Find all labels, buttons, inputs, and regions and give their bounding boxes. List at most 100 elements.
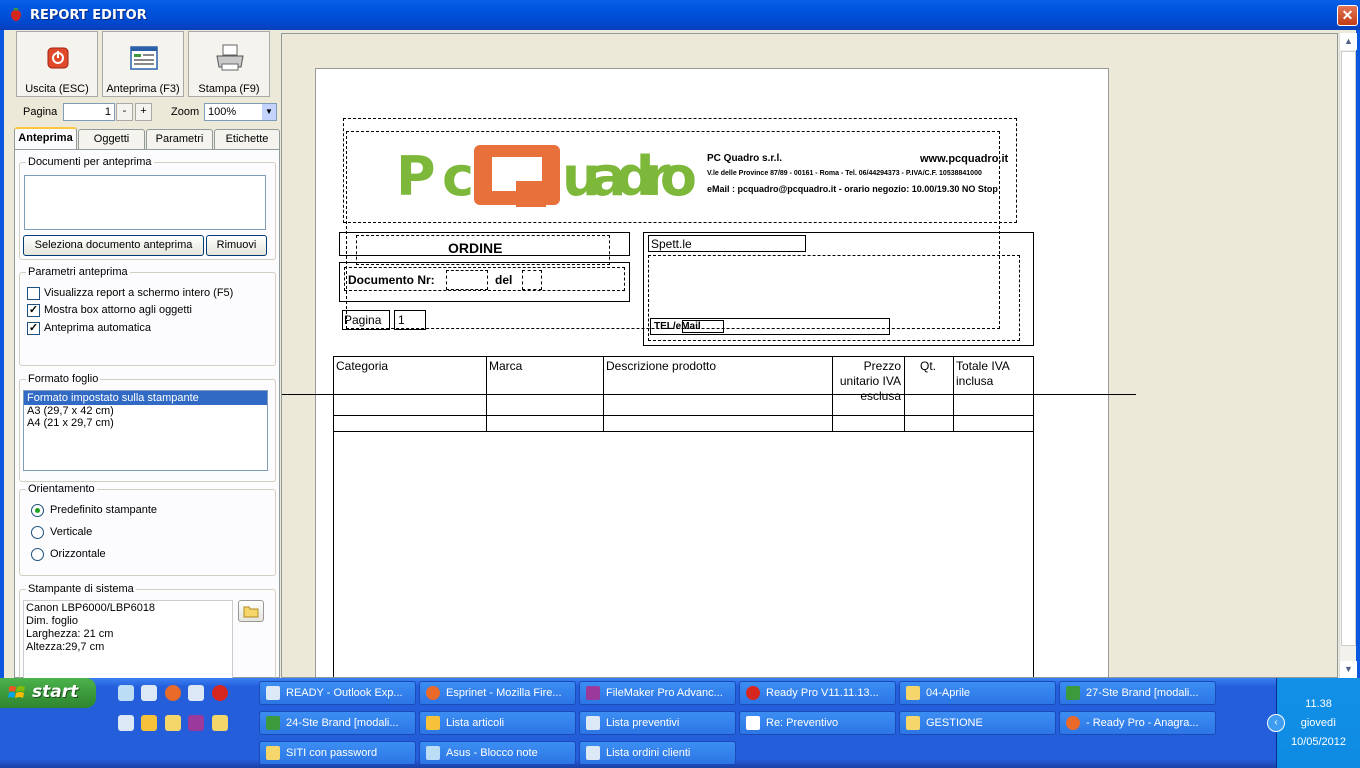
task-lista-preventivi[interactable]: Lista preventivi (579, 711, 736, 735)
printer-folder-button[interactable] (238, 600, 264, 622)
printer-name: Canon LBP6000/LBP6018 (26, 602, 156, 614)
svg-text:uadro: uadro (562, 145, 697, 208)
orientation-default-radio[interactable] (31, 504, 44, 517)
task-filemaker[interactable]: FileMaker Pro Advanc... (579, 681, 736, 705)
preview-params-legend: Parametri anteprima (26, 266, 130, 278)
chevron-down-icon[interactable]: ▼ (262, 104, 276, 120)
quicklaunch-doc-icon[interactable] (141, 685, 157, 701)
quicklaunch-filemaker-icon[interactable] (188, 715, 204, 731)
scroll-thumb[interactable] (1341, 51, 1356, 646)
preview-window-icon (130, 46, 158, 70)
documents-group: Documenti per anteprima Seleziona docume… (19, 156, 276, 260)
quicklaunch-folder-icon[interactable] (212, 715, 228, 731)
show-box-checkbox[interactable]: ✓ (27, 304, 40, 317)
page-input[interactable]: 1 (63, 103, 115, 121)
report-preview-area[interactable]: Pc uadro PC Quadro s.r.l. www.pcquadro.i… (281, 33, 1338, 678)
column-divider (832, 356, 833, 431)
column-header: Descrizione prodotto (606, 359, 717, 373)
sheet-format-list[interactable]: Formato impostato sulla stampante A3 (29… (23, 390, 268, 471)
task-outlook[interactable]: READY - Outlook Exp... (259, 681, 416, 705)
orientation-default-label: Predefinito stampante (50, 504, 158, 516)
client-area: Uscita (ESC) Anteprima (F3) Stampa (F9) … (4, 30, 1357, 680)
quicklaunch-strawberry-icon[interactable] (212, 685, 228, 701)
folder-icon (266, 746, 280, 760)
preview-vertical-scrollbar[interactable]: ▲ ▼ (1339, 33, 1357, 678)
select-document-button[interactable]: Seleziona documento anteprima (23, 235, 204, 256)
company-website: www.pcquadro.it (920, 153, 1009, 165)
task-readypro[interactable]: Ready Pro V11.11.13... (739, 681, 896, 705)
tab-bar: Anteprima Oggetti Parametri Etichette (14, 127, 280, 149)
task-label: Asus - Blocco note (446, 747, 538, 759)
task-ste-brand-27[interactable]: 27-Ste Brand [modali... (1059, 681, 1216, 705)
close-button[interactable]: ✕ (1337, 5, 1358, 26)
column-divider (904, 356, 905, 431)
documents-legend: Documenti per anteprima (26, 156, 154, 168)
recipient-label-box[interactable] (648, 235, 806, 252)
start-button[interactable]: start (0, 678, 96, 708)
quicklaunch-flower-icon[interactable] (141, 715, 157, 731)
preview-button[interactable]: Anteprima (F3) (102, 31, 184, 97)
filemaker-window-icon (1066, 686, 1080, 700)
task-re-preventivo[interactable]: Re: Preventivo (739, 711, 896, 735)
firefox-icon (1066, 716, 1080, 730)
mail-icon (746, 716, 760, 730)
page-next-button[interactable]: + (135, 103, 152, 121)
task-label: Re: Preventivo (766, 717, 839, 729)
orientation-vertical-radio[interactable] (31, 526, 44, 539)
page-value-box[interactable] (394, 310, 426, 330)
scroll-down-icon[interactable]: ▼ (1340, 661, 1357, 678)
task-label: 27-Ste Brand [modali... (1086, 687, 1199, 699)
task-lista-articoli[interactable]: Lista articoli (419, 711, 576, 735)
notepad-icon (426, 746, 440, 760)
tab-preview[interactable]: Anteprima (14, 127, 77, 149)
page-label: Pagina (23, 106, 58, 118)
company-name: PC Quadro s.r.l. (707, 153, 783, 164)
task-label: Lista ordini clienti (606, 747, 691, 759)
task-readypro-anagra[interactable]: - Ready Pro - Anagra... (1059, 711, 1216, 735)
format-option-selected[interactable]: Formato impostato sulla stampante (24, 391, 267, 405)
task-siti-password[interactable]: SITI con password (259, 741, 416, 765)
exit-button[interactable]: Uscita (ESC) (16, 31, 98, 97)
system-tray: ‹ 11.38 giovedì 10/05/2012 (1267, 678, 1360, 768)
scroll-up-icon[interactable]: ▲ (1340, 33, 1357, 50)
orientation-horizontal-radio[interactable] (31, 548, 44, 561)
table-row-divider (333, 415, 1034, 416)
remove-button[interactable]: Rimuovi (206, 235, 267, 256)
print-label: Stampa (F9) (198, 83, 260, 95)
items-table[interactable] (333, 356, 1034, 677)
quicklaunch-notepad-icon[interactable] (118, 715, 134, 731)
exit-label: Uscita (ESC) (25, 83, 89, 95)
format-option[interactable]: A4 (21 x 29,7 cm) (24, 417, 267, 429)
task-ste-brand-24[interactable]: 24-Ste Brand [modali... (259, 711, 416, 735)
table-row-divider (333, 431, 1034, 432)
auto-preview-checkbox[interactable]: ✓ (27, 322, 40, 335)
preview-tab-panel: Documenti per anteprima Seleziona docume… (14, 149, 280, 680)
tab-parameters[interactable]: Parametri (146, 129, 213, 149)
quicklaunch-firefox-icon[interactable] (165, 685, 181, 701)
page-prev-button[interactable]: - (116, 103, 133, 121)
quicklaunch-folder-icon[interactable] (165, 715, 181, 731)
task-blocco-note[interactable]: Asus - Blocco note (419, 741, 576, 765)
print-button[interactable]: Stampa (F9) (188, 31, 270, 97)
task-folder-aprile[interactable]: 04-Aprile (899, 681, 1056, 705)
task-gestione[interactable]: GESTIONE (899, 711, 1056, 735)
tab-objects[interactable]: Oggetti (78, 129, 145, 149)
clock-day: giovedì (1300, 717, 1337, 729)
power-icon (47, 47, 69, 69)
task-label: Esprinet - Mozilla Fire... (446, 687, 562, 699)
doc-nr-field[interactable] (446, 270, 488, 290)
fullscreen-checkbox[interactable] (27, 287, 40, 300)
documents-list[interactable] (24, 175, 266, 230)
page-label-box[interactable] (342, 310, 390, 330)
quicklaunch-mail-icon[interactable] (188, 685, 204, 701)
format-option[interactable]: A3 (29,7 x 42 cm) (24, 405, 267, 417)
date-field[interactable] (522, 270, 542, 290)
quicklaunch-ie-icon[interactable] (118, 685, 134, 701)
task-firefox[interactable]: Esprinet - Mozilla Fire... (419, 681, 576, 705)
zoom-select[interactable]: 100% ▼ (204, 103, 277, 121)
tab-labels[interactable]: Etichette (214, 129, 280, 149)
title-bar[interactable]: REPORT EDITOR ✕ (0, 0, 1360, 30)
task-lista-ordini[interactable]: Lista ordini clienti (579, 741, 736, 765)
email-field-box[interactable] (682, 320, 724, 333)
del-label: del (495, 273, 513, 287)
